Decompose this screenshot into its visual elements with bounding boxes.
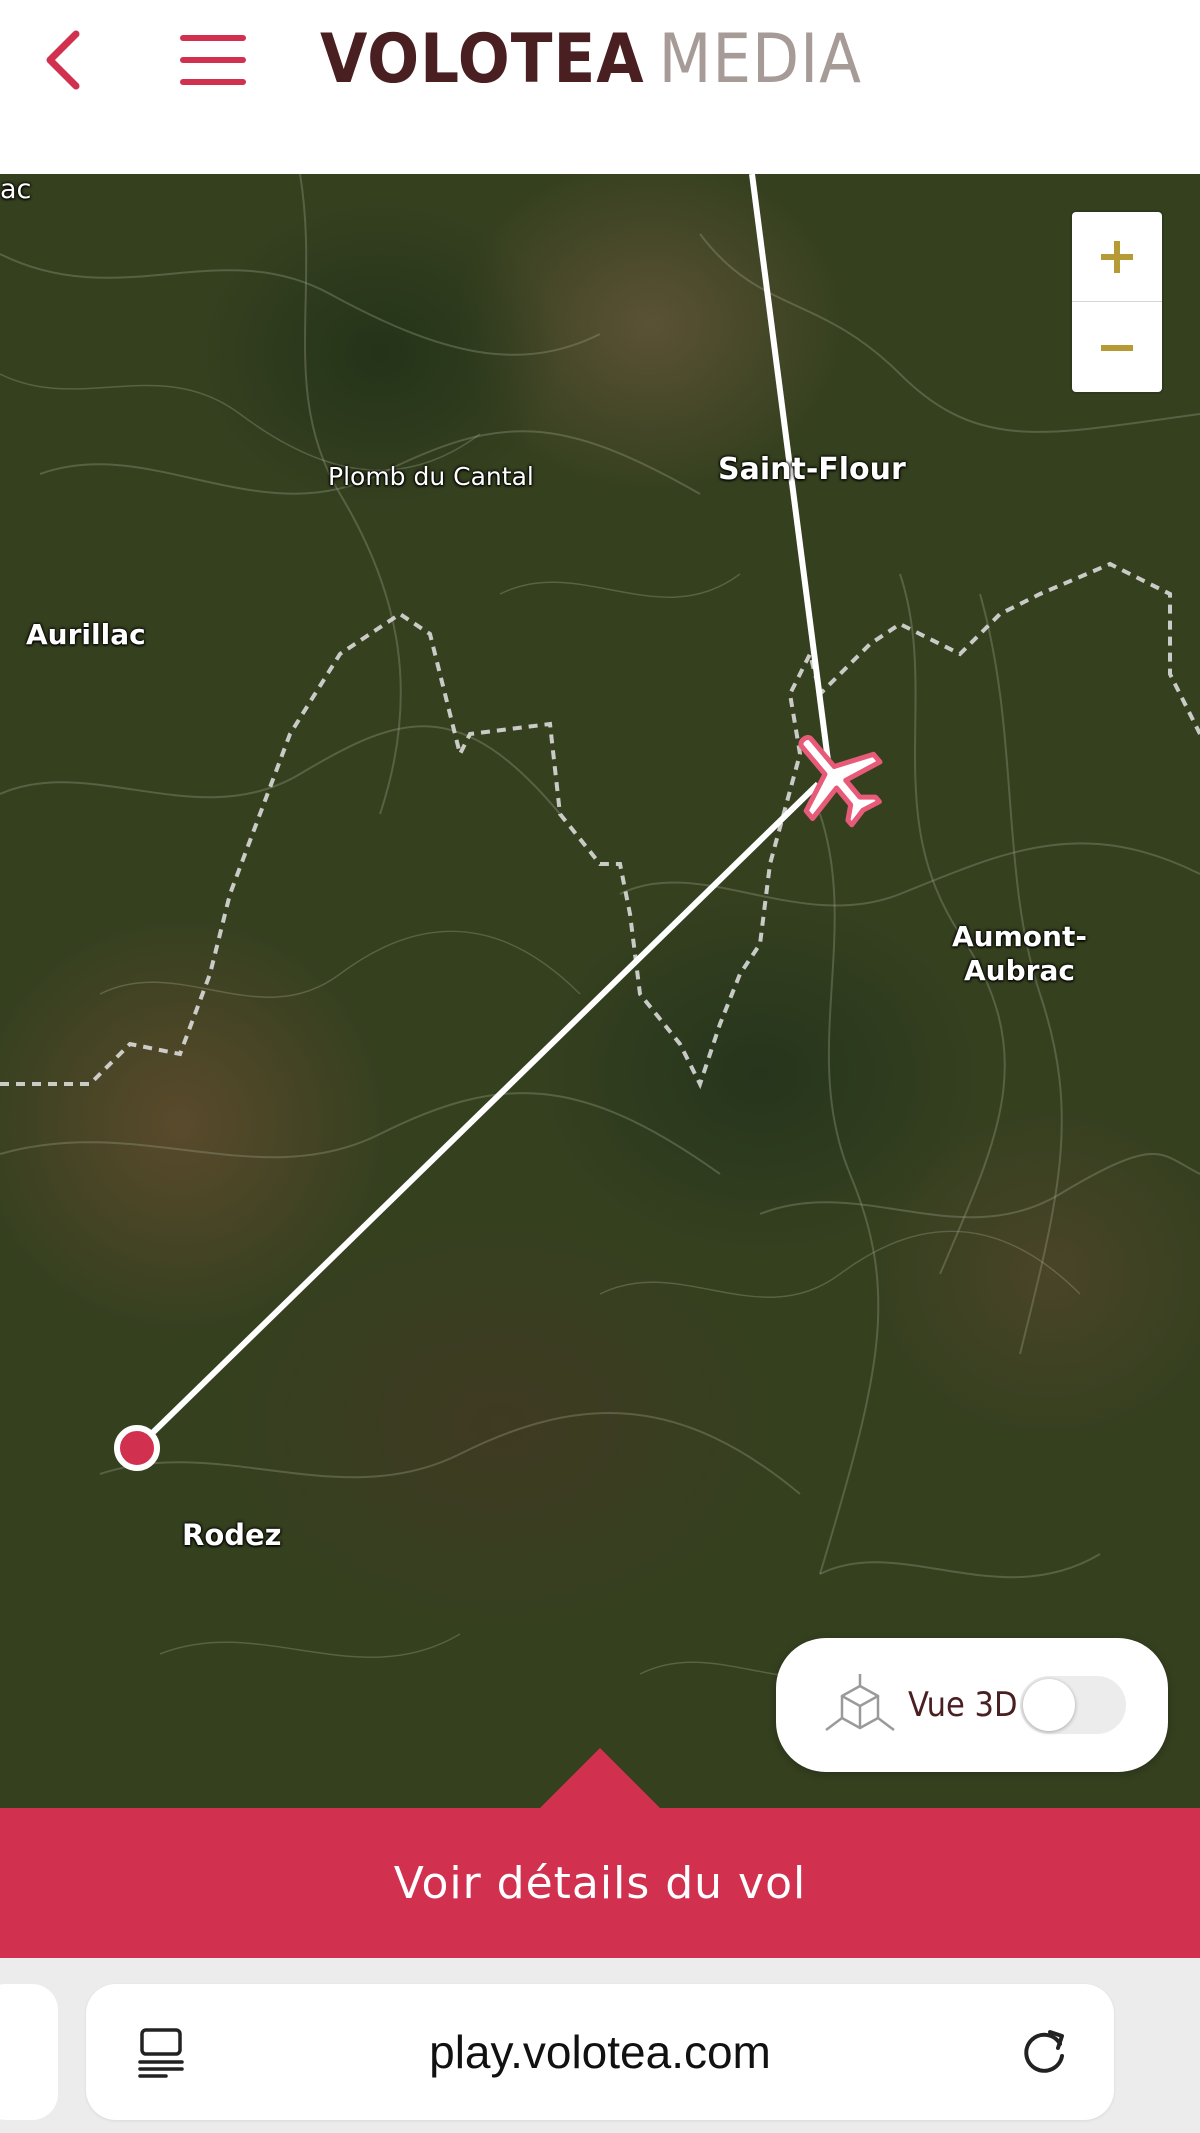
airplane-icon (798, 735, 883, 828)
zoom-in-button[interactable] (1072, 212, 1162, 302)
chevron-left-icon (46, 30, 80, 90)
volotea-media-logo[interactable]: VOLOTEA MEDIA (320, 22, 862, 98)
reload-icon[interactable] (1016, 2024, 1072, 2080)
url-text[interactable]: play.volotea.com (226, 1984, 974, 2120)
zoom-control (1072, 212, 1162, 392)
place-label-aurillac: Aurillac (26, 618, 146, 651)
hamburger-menu-icon (180, 35, 246, 85)
flight-details-button[interactable]: Voir détails du vol (0, 1808, 1200, 1958)
back-button[interactable] (36, 28, 96, 92)
view-3d-toggle-panel: Vue 3D (776, 1638, 1168, 1772)
logo-brand: VOLOTEA (320, 20, 645, 99)
place-label-aumont-aubrac: Aumont- Aubrac (952, 920, 1087, 988)
browser-toolbar: play.volotea.com (0, 1958, 1200, 2133)
plus-icon (1101, 240, 1133, 273)
app-header: VOLOTEA MEDIA (0, 0, 1200, 174)
origin-marker (114, 1425, 160, 1471)
view-3d-switch[interactable] (1020, 1676, 1126, 1734)
previous-tab-edge[interactable] (0, 1984, 58, 2120)
zoom-out-button[interactable] (1072, 303, 1162, 392)
place-label-aumont-line2: Aubrac (964, 954, 1075, 987)
reader-mode-icon[interactable] (136, 2026, 186, 2080)
address-bar[interactable]: play.volotea.com (86, 1984, 1114, 2120)
place-label-aurillac-cut: ac (0, 174, 32, 205)
minus-icon (1101, 344, 1133, 351)
view-3d-label: Vue 3D (908, 1685, 1018, 1725)
place-label-plomb-du-cantal: Plomb du Cantal (328, 462, 534, 491)
place-label-aumont-line1: Aumont- (952, 920, 1087, 953)
cube-3d-icon (825, 1674, 895, 1731)
details-tab-notch[interactable] (540, 1748, 660, 1808)
flight-map[interactable]: ac Plomb du Cantal Saint-Flour Aurillac … (0, 174, 1200, 1808)
region-border (0, 561, 1200, 1090)
switch-knob (1023, 1679, 1075, 1731)
logo-media: MEDIA (658, 20, 863, 99)
place-label-rodez: Rodez (182, 1518, 282, 1552)
map-terrain-overlay (0, 174, 1200, 1678)
menu-button[interactable] (180, 32, 246, 88)
place-label-saint-flour: Saint-Flour (718, 452, 906, 487)
